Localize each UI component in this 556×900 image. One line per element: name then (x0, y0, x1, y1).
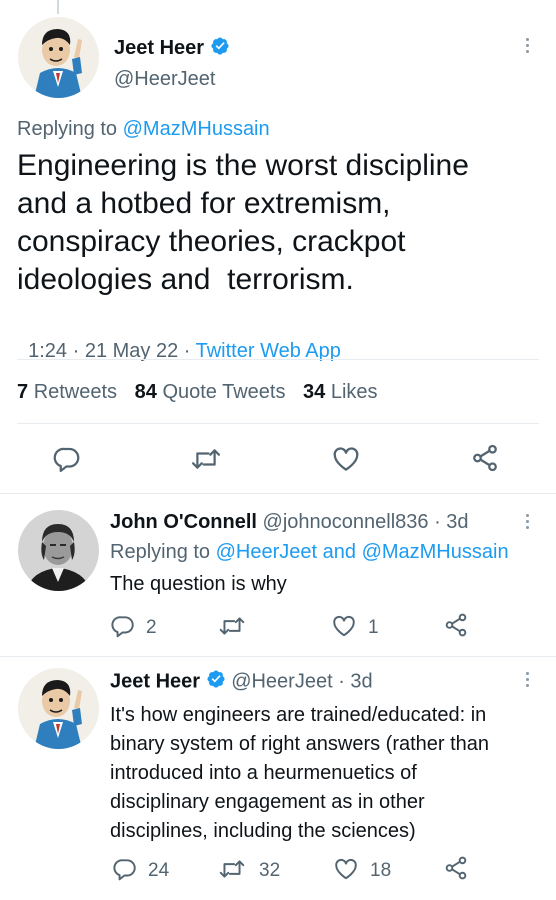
reply-header: Jeet Heer @HeerJeet · 3d (110, 669, 373, 695)
divider (0, 656, 556, 657)
reply-text: The question is why (110, 573, 287, 595)
retweet-count: 32 (259, 860, 281, 881)
author-name-text[interactable]: Jeet Heer (114, 37, 204, 59)
replying-to-prefix: Replying to (17, 118, 118, 140)
reply-count: 2 (146, 617, 157, 638)
author-name[interactable]: John O'Connell (110, 511, 257, 533)
like-icon[interactable] (331, 444, 361, 474)
like-count: 1 (368, 617, 379, 638)
replying-to-link[interactable]: @HeerJeet and @MazMHussain (216, 541, 509, 563)
verified-badge-icon (210, 36, 230, 61)
reply-meta[interactable]: @HeerJeet · 3d (231, 670, 372, 692)
retweet-icon[interactable] (190, 444, 222, 474)
tweet-timestamp: 1:24 · 21 May 22 · Twitter Web App (17, 318, 341, 362)
share-icon[interactable] (443, 612, 469, 638)
retweet-icon[interactable] (218, 856, 246, 882)
reply-text: It's how engineers are trained/educated:… (110, 701, 489, 846)
tweet-stats: 7 Retweets 84 Quote Tweets 34 Likes (17, 381, 378, 403)
like-icon[interactable] (331, 613, 357, 639)
quote-tweets-count: 84 (134, 381, 157, 403)
thread-connector-line (57, 0, 59, 14)
avatar[interactable] (18, 17, 99, 98)
reply-header: John O'Connell @johnoconnell836 · 3d (110, 510, 469, 534)
retweets-label: Retweets (33, 381, 118, 403)
author-name[interactable]: Jeet Heer (110, 670, 200, 692)
replying-to: Replying to @HeerJeet and @MazMHussain (110, 540, 509, 564)
more-options-icon[interactable] (524, 38, 530, 53)
tweet-text-line: conspiracy theories, crackpot (17, 225, 406, 258)
reply-count: 24 (148, 860, 170, 881)
quote-tweets-label: Quote Tweets (162, 381, 286, 403)
tweet-text-line: Engineering is the worst discipline (17, 149, 469, 182)
divider (0, 493, 556, 494)
replying-to-prefix: Replying to (110, 541, 211, 563)
reply-text-line: disciplinary engagement as in other (110, 791, 425, 813)
author-handle[interactable]: @HeerJeet (114, 68, 215, 90)
more-options-icon[interactable] (524, 514, 530, 529)
like-count: 18 (370, 860, 392, 881)
tweet-text: Engineering is the worst discipline and … (17, 147, 469, 299)
reply-meta[interactable]: @johnoconnell836 · 3d (263, 511, 469, 533)
reply-text-line: introduced into a heurmenuetics of (110, 762, 417, 784)
like-icon[interactable] (333, 856, 359, 882)
likes-stat[interactable]: 34 Likes (303, 381, 378, 403)
replying-to: Replying to @MazMHussain (17, 118, 270, 140)
retweets-stat[interactable]: 7 Retweets (17, 381, 123, 403)
divider (17, 423, 539, 424)
author-name[interactable]: Jeet Heer (114, 36, 230, 61)
reply-text-line: It's how engineers are trained/educated:… (110, 704, 487, 726)
likes-count: 34 (303, 381, 326, 403)
quote-tweets-stat[interactable]: 84 Quote Tweets (135, 381, 291, 403)
share-icon[interactable] (470, 443, 500, 473)
tweet-text-line: ideologies and terrorism. (17, 263, 354, 296)
retweet-icon[interactable] (218, 613, 246, 639)
reply-icon[interactable] (110, 613, 136, 639)
retweets-count: 7 (17, 381, 29, 403)
reply-text-line: disciplines, including the sciences) (110, 820, 416, 842)
share-icon[interactable] (443, 855, 469, 881)
verified-badge-icon (206, 669, 226, 695)
avatar[interactable] (18, 510, 99, 591)
tweet-text-line: and a hotbed for extremism, (17, 187, 391, 220)
likes-label: Likes (330, 381, 378, 403)
reply-text-line: binary system of right answers (rather t… (110, 733, 490, 755)
more-options-icon[interactable] (524, 672, 530, 687)
divider (17, 359, 539, 360)
avatar[interactable] (18, 668, 99, 749)
reply-icon[interactable] (52, 444, 82, 474)
reply-icon[interactable] (112, 856, 138, 882)
replying-to-link[interactable]: @MazMHussain (123, 118, 270, 140)
